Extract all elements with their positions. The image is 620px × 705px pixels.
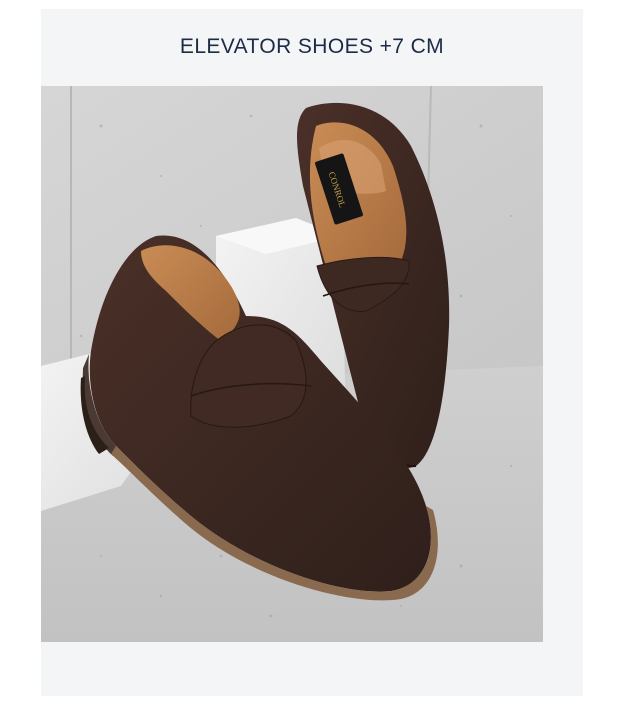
product-card[interactable]: ELEVATOR SHOES +7 CM CONROL — [41, 9, 583, 696]
product-image[interactable]: CONROL — [41, 86, 543, 642]
product-title: ELEVATOR SHOES +7 CM — [179, 35, 445, 58]
shoe-photo: CONROL — [41, 86, 543, 642]
